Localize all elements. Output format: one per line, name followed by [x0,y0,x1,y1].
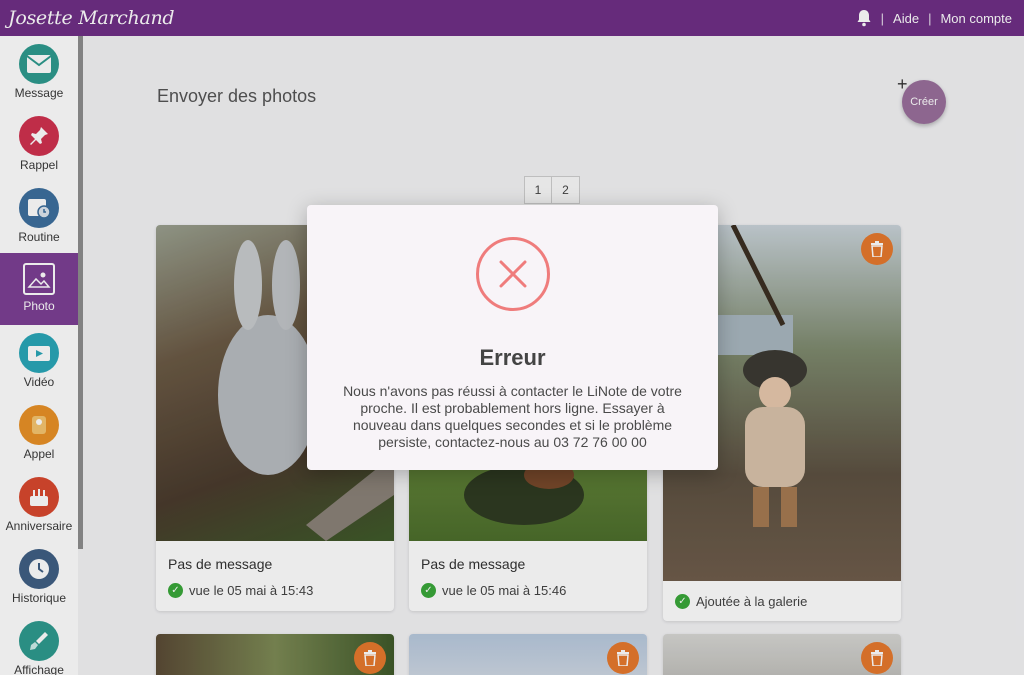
error-dialog: Erreur Nous n'avons pas réussi à contact… [307,205,718,470]
dialog-message: Nous n'avons pas réussi à contacter le L… [343,383,682,450]
dialog-title: Erreur [479,345,546,370]
error-x-icon [475,237,550,311]
